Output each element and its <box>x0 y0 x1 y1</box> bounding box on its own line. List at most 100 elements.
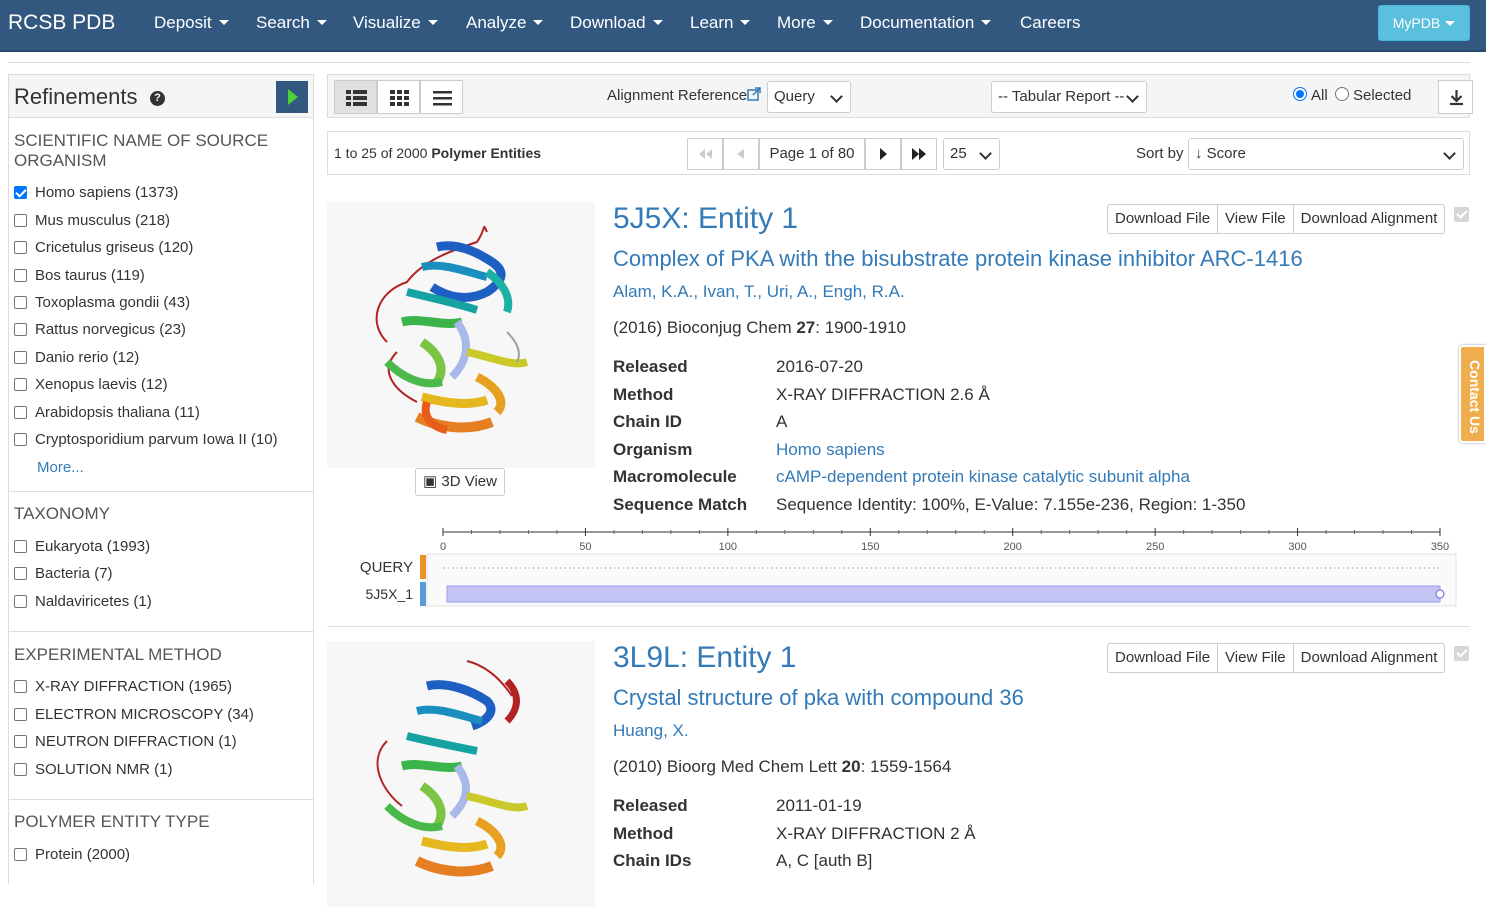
result-title[interactable]: 5J5X: Entity 1 <box>613 202 798 236</box>
author-link[interactable]: Huang, X. <box>613 721 689 740</box>
checkbox-icon[interactable] <box>14 295 27 309</box>
facet-checkbox[interactable]: X-RAY DIFFRACTION (1965) <box>14 678 232 695</box>
author-link[interactable]: Engh, R.A. <box>822 282 904 301</box>
facet-checkbox[interactable]: Rattus norvegicus (23) <box>14 321 186 338</box>
per-page-select[interactable]: 25 <box>943 138 1000 170</box>
checkbox-icon[interactable] <box>14 762 27 776</box>
nav-learn[interactable]: Learn <box>690 13 751 33</box>
more-link[interactable]: More... <box>37 459 84 476</box>
download-file-button[interactable]: Download File <box>1108 644 1219 672</box>
facet-checkbox[interactable]: Eukaryota (1993) <box>14 538 150 555</box>
nav-download[interactable]: Download <box>570 13 663 33</box>
author-link[interactable]: Ivan, T. <box>703 282 758 301</box>
facet-checkbox[interactable]: Arabidopsis thaliana (11) <box>14 404 200 421</box>
protein-structure-image <box>375 225 529 434</box>
checkbox-icon[interactable] <box>14 539 27 553</box>
pagination-bar: 1 to 25 of 2000 Polymer Entities Page 1 … <box>327 131 1470 175</box>
facet-checkbox[interactable]: Cryptosporidium parvum Iowa II (10) <box>14 431 278 448</box>
scope-selected-radio[interactable]: Selected <box>1335 87 1411 104</box>
checkbox-icon[interactable] <box>14 734 27 748</box>
contact-us-tab[interactable]: Contact Us <box>1459 345 1486 443</box>
results-toolbar: Alignment Reference Query -- Tabular Rep… <box>327 74 1473 118</box>
facet-checkbox[interactable]: Bos taurus (119) <box>14 267 145 284</box>
first-page-button[interactable] <box>687 138 723 170</box>
hit-alignment-bar[interactable] <box>446 585 1441 603</box>
checkbox-icon[interactable] <box>14 377 27 391</box>
download-file-button[interactable]: Download File <box>1108 205 1219 233</box>
facet-checkbox[interactable]: NEUTRON DIFFRACTION (1) <box>14 733 237 750</box>
previous-page-button[interactable] <box>723 138 759 170</box>
checkbox-icon[interactable] <box>14 679 27 693</box>
select-result-checkbox[interactable] <box>1454 207 1469 222</box>
checkbox-icon[interactable] <box>14 268 27 282</box>
help-icon[interactable]: ? <box>150 91 165 106</box>
checkbox-icon[interactable] <box>14 707 27 721</box>
facet-checkbox[interactable]: Naldaviricetes (1) <box>14 593 152 610</box>
checkbox-icon[interactable] <box>14 322 27 336</box>
nav-careers[interactable]: Careers <box>1020 13 1080 33</box>
nav-visualize[interactable]: Visualize <box>353 13 438 33</box>
view-file-button[interactable]: View File <box>1218 644 1294 672</box>
checkbox-icon[interactable] <box>14 847 27 861</box>
last-page-button[interactable] <box>901 138 937 170</box>
result-title[interactable]: 3L9L: Entity 1 <box>613 641 796 675</box>
result-authors: Huang, X. <box>613 721 689 741</box>
structure-thumbnail[interactable] <box>327 641 595 907</box>
nav-analyze[interactable]: Analyze <box>466 13 544 33</box>
checkbox-checked-icon[interactable] <box>14 185 27 199</box>
checkbox-icon[interactable] <box>14 405 27 419</box>
checkbox-icon[interactable] <box>14 432 27 446</box>
nav-deposit[interactable]: Deposit <box>154 13 229 33</box>
macromolecule-link[interactable]: cAMP-dependent protein kinase catalytic … <box>776 467 1190 487</box>
sort-select[interactable]: ↓ Score <box>1188 138 1464 170</box>
radio-icon[interactable] <box>1335 87 1349 102</box>
download-results-button[interactable] <box>1438 80 1473 114</box>
facet-checkbox[interactable]: Homo sapiens (1373) <box>14 184 178 201</box>
facet-checkbox[interactable]: Toxoplasma gondii (43) <box>14 294 190 311</box>
view-grid-button[interactable] <box>377 80 420 114</box>
checkbox-icon[interactable] <box>14 594 27 608</box>
apply-refinements-button[interactable] <box>276 81 308 113</box>
facet-checkbox[interactable]: SOLUTION NMR (1) <box>14 761 173 778</box>
facet-checkbox[interactable]: Cricetulus griseus (120) <box>14 239 193 256</box>
author-link[interactable]: Uri, A. <box>767 282 813 301</box>
organism-link[interactable]: Homo sapiens <box>776 440 885 460</box>
mypdb-button[interactable]: MyPDB <box>1378 5 1470 41</box>
view-list-detailed-button[interactable] <box>334 80 377 114</box>
result-subtitle[interactable]: Crystal structure of pka with compound 3… <box>613 685 1024 711</box>
tabular-report-select[interactable]: -- Tabular Report -- <box>991 81 1147 113</box>
result-subtitle[interactable]: Complex of PKA with the bisubstrate prot… <box>613 246 1303 272</box>
axis-tick-label: 250 <box>1146 541 1164 553</box>
checkbox-icon[interactable] <box>14 566 27 580</box>
download-alignment-button[interactable]: Download Alignment <box>1294 205 1445 233</box>
facet-checkbox[interactable]: Protein (2000) <box>14 846 130 863</box>
facet-checkbox[interactable]: Xenopus laevis (12) <box>14 376 168 393</box>
nav-documentation[interactable]: Documentation <box>860 13 992 33</box>
facet-checkbox[interactable]: ELECTRON MICROSCOPY (34) <box>14 706 254 723</box>
author-link[interactable]: Alam, K.A. <box>613 282 693 301</box>
divider <box>9 491 313 492</box>
checkbox-icon[interactable] <box>14 213 27 227</box>
facet-checkbox[interactable]: Mus musculus (218) <box>14 212 170 229</box>
alignment-reference-select[interactable]: Query <box>767 81 851 113</box>
nav-more[interactable]: More <box>777 13 833 33</box>
select-result-checkbox[interactable] <box>1454 646 1469 661</box>
nav-search[interactable]: Search <box>256 13 327 33</box>
view-compact-button[interactable] <box>420 80 463 114</box>
alignment-reference-label: Alignment Reference <box>607 87 761 104</box>
facet-checkbox[interactable]: Bacteria (7) <box>14 565 113 582</box>
checkbox-icon[interactable] <box>14 350 27 364</box>
scope-all-radio[interactable]: All <box>1293 87 1328 104</box>
brand-logo[interactable]: RCSB PDB <box>8 11 115 35</box>
radio-selected-icon[interactable] <box>1293 87 1307 102</box>
section-title: TAXONOMY <box>14 504 111 523</box>
3d-view-button[interactable]: ▣ 3D View <box>415 468 505 496</box>
checkbox-icon[interactable] <box>14 240 27 254</box>
next-page-button[interactable] <box>865 138 901 170</box>
hit-marker <box>420 582 426 606</box>
view-file-button[interactable]: View File <box>1218 205 1294 233</box>
structure-thumbnail[interactable] <box>327 202 595 468</box>
result-authors: Alam, K.A., Ivan, T., Uri, A., Engh, R.A… <box>613 282 905 301</box>
facet-checkbox[interactable]: Danio rerio (12) <box>14 349 139 366</box>
download-alignment-button[interactable]: Download Alignment <box>1294 644 1445 672</box>
